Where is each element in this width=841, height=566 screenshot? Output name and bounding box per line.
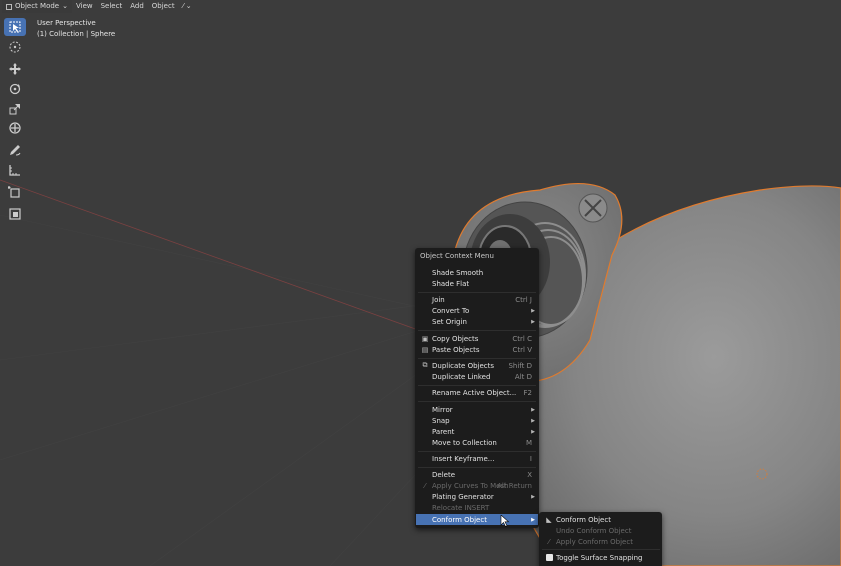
menu-view[interactable]: View	[72, 0, 97, 13]
menu-item-join[interactable]: Join Ctrl J	[416, 294, 538, 305]
menu-item-shade-flat[interactable]: Shade Flat	[416, 278, 538, 289]
submenu-item-conform-object[interactable]: ◣ Conform Object	[540, 514, 662, 525]
menu-item-mirror[interactable]: Mirror ▶	[416, 404, 538, 415]
rotate-icon	[9, 83, 21, 95]
annotate-icon	[10, 145, 21, 156]
submenu-item-undo-conform-object[interactable]: Undo Conform Object	[540, 525, 662, 536]
object-context-menu: Object Context Menu Shade Smooth Shade F…	[415, 248, 539, 528]
edit-tool[interactable]	[4, 205, 26, 223]
conform-object-submenu: ◣ Conform Object Undo Conform Object ⁄ App…	[539, 512, 662, 566]
menu-item-copy-objects[interactable]: ▣ Copy Objects Ctrl C	[416, 333, 538, 344]
select-box-tool[interactable]	[4, 18, 26, 36]
annotate-tool[interactable]	[4, 141, 26, 159]
menu-item-parent[interactable]: Parent ▶	[416, 426, 538, 437]
menu-item-conform-object[interactable]: Conform Object ▶	[416, 514, 538, 525]
checkbox-icon[interactable]	[545, 554, 553, 562]
submenu-arrow-icon: ▶	[531, 516, 535, 523]
submenu-arrow-icon: ▶	[531, 428, 535, 435]
measure-icon	[9, 165, 20, 176]
menu-add[interactable]: Add	[126, 0, 148, 13]
menu-select[interactable]: Select	[97, 0, 127, 13]
collection-label: (1) Collection | Sphere	[37, 30, 116, 38]
add-cube-icon	[8, 186, 20, 198]
menu-separator	[418, 385, 536, 386]
submenu-arrow-icon: ▶	[531, 307, 535, 314]
menu-separator	[542, 549, 660, 550]
move-icon	[9, 63, 21, 75]
object-mode-icon	[6, 3, 12, 10]
menu-item-plating-generator[interactable]: Plating Generator ▶	[416, 491, 538, 502]
submenu-arrow-icon: ▶	[531, 417, 535, 424]
menu-separator	[418, 401, 536, 402]
duplicate-icon: ⧉	[422, 361, 428, 369]
cursor-tool[interactable]	[4, 38, 26, 56]
menu-separator	[418, 467, 536, 468]
submenu-arrow-icon: ▶	[531, 406, 535, 413]
mode-label: Object Mode	[15, 2, 60, 10]
mode-dropdown[interactable]: Object Mode ⌄	[2, 0, 72, 13]
measure-tool[interactable]	[4, 161, 26, 179]
apply-icon: ⁄	[548, 537, 550, 546]
menu-item-set-origin[interactable]: Set Origin ▶	[416, 316, 538, 327]
x-axis-line	[0, 179, 461, 346]
paste-icon: ▤	[421, 345, 429, 354]
menu-item-move-to-collection[interactable]: Move to Collection M	[416, 437, 538, 448]
menu-item-delete[interactable]: Delete X	[416, 469, 538, 480]
add-cube-tool[interactable]	[4, 183, 26, 201]
move-tool[interactable]	[4, 60, 26, 78]
menu-item-rename-active-object[interactable]: Rename Active Object... F2	[416, 387, 538, 398]
menu-item-insert-keyframe[interactable]: Insert Keyframe... I	[416, 453, 538, 464]
chevron-down-icon: ⌄	[62, 2, 68, 10]
menu-item-shade-smooth[interactable]: Shade Smooth	[416, 267, 538, 278]
menu-item-convert-to[interactable]: Convert To ▶	[416, 305, 538, 316]
scale-tool[interactable]	[4, 100, 26, 118]
menu-separator	[418, 292, 536, 293]
transform-pivot-dropdown[interactable]: ⁄ ⌄	[179, 0, 196, 13]
menu-item-paste-objects[interactable]: ▤ Paste Objects Ctrl V	[416, 344, 538, 355]
copy-icon: ▣	[421, 334, 429, 343]
menu-item-duplicate-linked[interactable]: Duplicate Linked Alt D	[416, 371, 538, 382]
scale-icon	[9, 104, 20, 115]
transform-icon	[9, 122, 21, 134]
submenu-item-apply-conform-object[interactable]: ⁄ Apply Conform Object	[540, 536, 662, 547]
submenu-arrow-icon: ▶	[531, 493, 535, 500]
menu-separator	[418, 358, 536, 359]
viewport-header: Object Mode ⌄ View Select Add Object ⁄ ⌄	[0, 0, 841, 13]
pivot-icon: ⁄	[182, 2, 184, 10]
menu-item-apply-curves-to-mesh[interactable]: ⁄ Apply Curves To Mesh Alt Return	[416, 480, 538, 491]
submenu-arrow-icon: ▶	[531, 318, 535, 325]
menu-item-duplicate-objects[interactable]: ⧉ Duplicate Objects Shift D	[416, 360, 538, 371]
3d-viewport[interactable]: Object Mode ⌄ View Select Add Object ⁄ ⌄…	[0, 0, 841, 566]
rotate-tool[interactable]	[4, 80, 26, 98]
conform-icon: ◣	[546, 515, 552, 524]
transform-tool[interactable]	[4, 119, 26, 137]
edit-icon	[9, 208, 21, 220]
menu-item-relocate-insert[interactable]: Relocate INSERT	[416, 502, 538, 513]
select-box-icon	[9, 21, 21, 33]
menu-object[interactable]: Object	[148, 0, 179, 13]
submenu-item-toggle-surface-snapping[interactable]: Toggle Surface Snapping	[540, 552, 662, 563]
curve-icon: ⁄	[424, 481, 426, 490]
menu-separator	[418, 451, 536, 452]
perspective-label: User Perspective	[37, 19, 96, 27]
mouse-cursor-icon	[500, 515, 510, 527]
context-menu-title: Object Context Menu	[420, 252, 494, 260]
chevron-down-icon: ⌄	[185, 2, 192, 10]
menu-separator	[418, 330, 536, 331]
cursor-icon	[9, 41, 21, 53]
viewport-info: User Perspective (1) Collection | Sphere	[37, 18, 115, 40]
menu-item-snap[interactable]: Snap ▶	[416, 415, 538, 426]
